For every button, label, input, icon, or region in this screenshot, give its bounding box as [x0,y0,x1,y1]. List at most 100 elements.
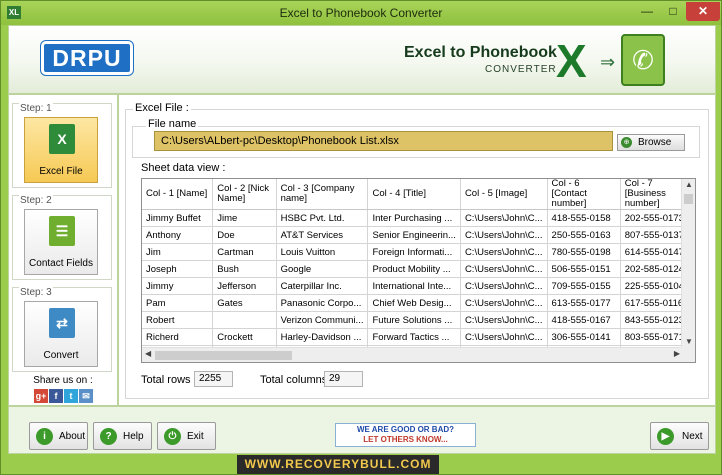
table-cell[interactable]: Jim [142,243,214,261]
table-cell[interactable]: Future Solutions ... [367,311,461,329]
table-cell[interactable]: Chief Web Desig... [367,294,461,312]
table-cell[interactable]: HSBC Pvt. Ltd. [276,209,369,227]
table-cell[interactable]: 418-555-0158 [547,209,621,227]
table-cell[interactable]: C:\Users\John\C... [460,294,548,312]
table-cell[interactable]: Jimmy Buffet [142,209,214,227]
table-cell[interactable]: C:\Users\John\C... [460,260,548,278]
table-cell[interactable]: Jime [212,209,277,227]
table-cell[interactable]: International Inte... [367,277,461,295]
facebook-icon[interactable]: f [49,389,63,403]
table-cell[interactable]: C:\Users\John\C... [460,328,548,346]
about-button[interactable]: i About [29,422,88,450]
vertical-scrollbar[interactable]: ▲ ▼ [681,179,695,347]
exit-button[interactable]: ⏻ Exit [157,422,216,450]
maximize-button[interactable]: □ [660,2,686,21]
table-cell[interactable]: Louis Vuitton [276,243,369,261]
table-cell[interactable]: Cartman [212,243,277,261]
table-row[interactable]: Jimmy Buffet Jime HSBC Pvt. Ltd. Inter Purc… [142,209,695,227]
table-row[interactable]: Joseph Bush Google Product Mobility ... C:\U… [142,260,695,278]
column-header[interactable]: Col - 1 [Name] [142,179,214,210]
help-button[interactable]: ? Help [93,422,152,450]
google-plus-icon[interactable]: g+ [34,389,48,403]
table-cell[interactable]: Harley-Davidson ... [276,328,369,346]
table-cell[interactable]: Robert [142,311,214,329]
table-cell[interactable]: Doe [212,226,277,244]
table-cell[interactable]: Panasonic Corpo... [276,294,369,312]
table-cell[interactable]: C:\Users\John\C... [460,226,548,244]
table-cell[interactable]: Bush [212,260,277,278]
table-cell[interactable]: C:\Users\John\C... [460,311,548,329]
next-button[interactable]: ▶ Next [650,422,709,450]
table-cell[interactable]: Google [276,260,369,278]
table-cell[interactable]: 306-555-0141 [547,328,621,346]
browse-button[interactable]: ⊕ Browse [617,134,685,151]
column-header[interactable]: Col - 2 [Nick Name] [212,179,277,210]
table-cell[interactable]: Richerd [142,328,214,346]
product-subtitle: CONVERTER [485,64,557,75]
table-cell[interactable]: 613-555-0177 [547,294,621,312]
table-row[interactable]: Jim Cartman Louis Vuitton Foreign Informati… [142,243,695,261]
scroll-right-icon[interactable]: ▶ [674,349,680,358]
table-row[interactable]: Richerd Crockett Harley-Davidson ... Forwar… [142,328,695,346]
table-cell[interactable]: Gates [212,294,277,312]
excel-file-label: Excel File [39,166,83,177]
minimize-button[interactable]: — [634,2,660,21]
close-button[interactable]: ✕ [686,2,720,21]
column-header[interactable]: Col - 6 [Contact number] [547,179,621,210]
table-cell[interactable]: Verizon Communi... [276,311,369,329]
file-path-input[interactable]: C:\Users\ALbert-pc\Desktop\Phonebook Lis… [154,131,613,151]
contact-fields-button[interactable]: ☰ Contact Fields [24,209,98,275]
column-header[interactable]: Col - 3 [Company name] [276,179,369,210]
table-cell[interactable]: Crockett [212,328,277,346]
power-icon: ⏻ [164,428,181,445]
table-cell[interactable]: 506-555-0151 [547,260,621,278]
table-cell[interactable]: C:\Users\John\C... [460,243,548,261]
table-cell[interactable]: C:\Users\John\C... [460,277,548,295]
table-cell[interactable]: Senior Engineerin... [367,226,461,244]
title-bar[interactable]: XL Excel to Phonebook Converter — □ ✕ [1,1,721,25]
horizontal-scroll-thumb[interactable] [155,351,292,360]
convert-button[interactable]: ⇄ Convert [24,301,98,367]
table-row[interactable]: Anthony Doe AT&T Services Senior Engineerin… [142,226,695,244]
table-cell[interactable]: C:\Users\John\C... [460,209,548,227]
twitter-icon[interactable]: t [64,389,78,403]
table-row[interactable]: Jimmy Jefferson Caterpillar Inc. Internatio… [142,277,695,295]
main-panel: Excel File : File name C:\Users\ALbert-p… [118,94,716,406]
table-row[interactable]: Pam Gates Panasonic Corpo... Chief Web Desi… [142,294,695,312]
share-icon[interactable]: ✉ [79,389,93,403]
horizontal-scrollbar[interactable]: ◀ ▶ [142,347,683,362]
vertical-scroll-thumb[interactable] [684,194,693,204]
rate-us-banner[interactable]: WE ARE GOOD OR BAD? LET OTHERS KNOW... [335,423,476,447]
share-label: Share us on : [33,375,93,386]
table-cell[interactable] [212,311,277,329]
column-header[interactable]: Col - 5 [Image] [460,179,548,210]
help-label: Help [123,431,144,442]
table-cell[interactable]: Pam [142,294,214,312]
scroll-down-icon[interactable]: ▼ [682,337,695,346]
total-rows-value: 2255 [194,371,233,387]
scroll-up-icon[interactable]: ▲ [682,180,695,189]
table-cell[interactable]: 709-555-0155 [547,277,621,295]
website-banner[interactable]: WWW.RECOVERYBULL.COM [237,455,439,474]
table-row[interactable]: Robert Verizon Communi... Future Solutions… [142,311,695,329]
table-cell[interactable]: Inter Purchasing ... [367,209,461,227]
step-3-group: Step: 3 ⇄ Convert [12,287,112,372]
table-cell[interactable]: AT&T Services [276,226,369,244]
table-cell[interactable]: 780-555-0198 [547,243,621,261]
column-header[interactable]: Col - 4 [Title] [367,179,461,210]
table-cell[interactable]: Jefferson [212,277,277,295]
table-cell[interactable]: 418-555-0167 [547,311,621,329]
table-cell[interactable]: Caterpillar Inc. [276,277,369,295]
table-cell[interactable]: Foreign Informati... [367,243,461,261]
table-cell[interactable]: Jimmy [142,277,214,295]
table-cell[interactable]: 250-555-0163 [547,226,621,244]
table-cell[interactable]: Joseph [142,260,214,278]
table-cell[interactable]: Anthony [142,226,214,244]
table-cell[interactable]: Product Mobility ... [367,260,461,278]
scroll-corner [681,347,695,362]
sheet-data-grid[interactable]: Col - 1 [Name] Col - 2 [Nick Name] Col -… [141,178,696,363]
table-cell[interactable]: Forward Tactics ... [367,328,461,346]
excel-file-group-title: Excel File : [133,102,191,114]
excel-file-button[interactable]: X Excel File [24,117,98,183]
scroll-left-icon[interactable]: ◀ [145,349,151,358]
